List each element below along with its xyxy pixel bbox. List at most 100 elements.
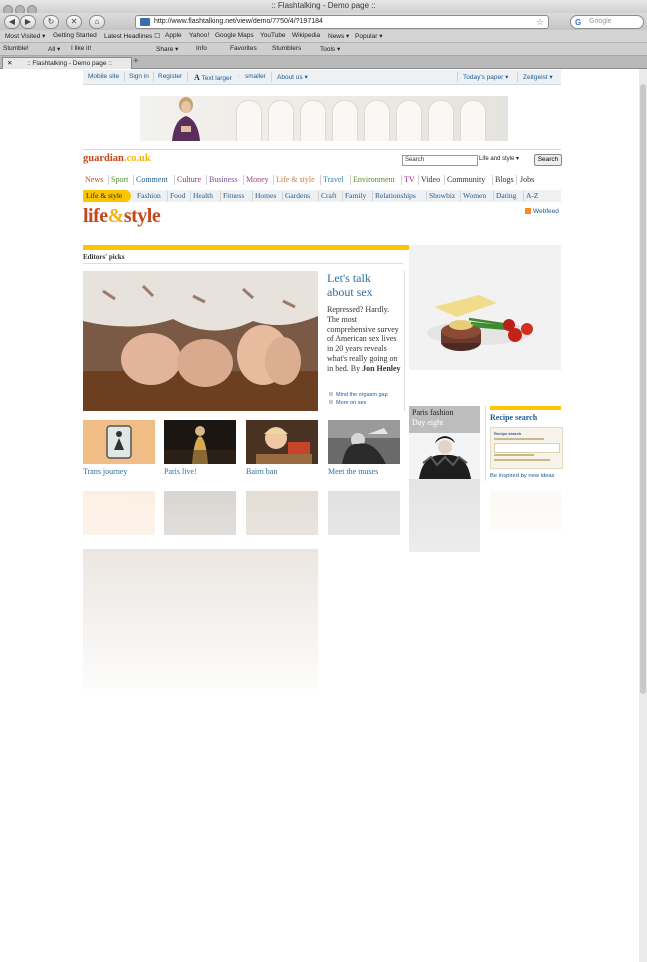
bairn-ban-thumb[interactable] <box>246 420 318 464</box>
window-titlebar: :: Flashtalking - Demo page :: <box>0 0 647 15</box>
subnav-food[interactable]: Food <box>170 191 185 200</box>
subnav-dating[interactable]: Dating <box>496 191 516 200</box>
subnav-life-and-style[interactable]: Life & style <box>86 191 122 200</box>
browser-search-input[interactable]: G Google <box>570 15 644 29</box>
forward-button[interactable]: ▶ <box>20 15 36 29</box>
site-search-button[interactable]: Search <box>534 154 562 166</box>
bookmark-item[interactable]: YouTube <box>260 32 286 39</box>
subnav-fitness[interactable]: Fitness <box>223 191 244 200</box>
byline-link[interactable]: Jon Henley <box>362 364 400 373</box>
lead-story-image[interactable] <box>83 271 318 411</box>
nav-life-and-style[interactable]: Life & style <box>276 175 315 184</box>
bookmark-item[interactable]: Getting Started <box>53 32 97 39</box>
bookmark-item[interactable]: Latest Headlines ☐ <box>104 32 160 40</box>
section-title: life&style <box>83 205 161 228</box>
site-favicon-icon <box>140 18 150 26</box>
nav-sport[interactable]: Sport <box>111 175 128 184</box>
window-title: :: Flashtalking - Demo page :: <box>271 1 376 10</box>
favorites-button[interactable]: Favorites <box>230 45 257 52</box>
trans-journey-thumb[interactable] <box>83 420 155 464</box>
section-select[interactable]: Life and style ▾ <box>479 155 531 164</box>
thumb-caption[interactable]: Paris live! <box>164 467 197 476</box>
subnav-women[interactable]: Women <box>463 191 486 200</box>
new-tab-button[interactable]: + <box>133 57 143 67</box>
recipe-search-heading[interactable]: Recipe search <box>490 413 537 422</box>
main-nav: News Sport Comment Culture Business Mone… <box>83 173 561 187</box>
nav-business[interactable]: Business <box>209 175 237 184</box>
subnav-homes[interactable]: Homes <box>255 191 276 200</box>
text-larger-link[interactable]: A Text larger <box>194 73 232 82</box>
editors-picks-heading: Editors' picks <box>83 253 125 261</box>
stumblers-button[interactable]: Stumblers <box>272 45 301 52</box>
back-button[interactable]: ◀ <box>4 15 20 29</box>
home-button[interactable]: ⌂ <box>89 15 105 29</box>
related-link[interactable]: Mind the orgasm gap <box>329 392 388 398</box>
browser-tab[interactable]: ✕ :: Flashtalking - Demo page :: <box>2 57 132 69</box>
logo-main-text: guardian <box>83 153 124 164</box>
advertisement-banner[interactable] <box>140 96 508 141</box>
url-bar[interactable]: http://www.flashtalking.net/view/demo/77… <box>135 15 549 29</box>
thumb-caption[interactable]: Bairn ban <box>246 467 277 476</box>
about-us-dropdown[interactable]: About us ▾ <box>277 73 308 81</box>
like-button[interactable]: I like it! <box>71 45 91 52</box>
nav-tv[interactable]: TV <box>404 175 415 184</box>
lead-headline[interactable]: Let's talk about sex <box>327 271 399 299</box>
info-button[interactable]: Info <box>196 45 207 52</box>
bookmark-star-icon[interactable]: ☆ <box>536 16 544 28</box>
webfeed-link[interactable]: Webfeed <box>525 208 559 215</box>
thumb-caption[interactable]: Meet the muses <box>328 467 378 476</box>
nav-community[interactable]: Community <box>447 175 485 184</box>
scrollbar-thumb[interactable] <box>640 84 646 694</box>
bookmark-item[interactable]: Apple <box>165 32 182 39</box>
share-button[interactable]: Share ▾ <box>156 45 178 53</box>
nav-environment[interactable]: Environment <box>353 175 395 184</box>
paris-fashion-promo[interactable]: Paris fashion Day eight <box>409 406 480 479</box>
nav-video[interactable]: Video <box>421 175 440 184</box>
nav-culture[interactable]: Culture <box>177 175 201 184</box>
register-link[interactable]: Register <box>158 73 182 80</box>
google-icon: G <box>575 18 582 27</box>
subnav-fashion[interactable]: Fashion <box>137 191 161 200</box>
related-link[interactable]: More on sex <box>329 400 366 406</box>
paris-live-thumb[interactable] <box>164 420 236 464</box>
site-search-input[interactable]: Search <box>402 155 478 166</box>
text-smaller-link[interactable]: smaller <box>245 73 266 80</box>
bookmark-item[interactable]: Google Maps <box>215 32 254 39</box>
sign-in-link[interactable]: Sign in <box>129 73 149 80</box>
stop-button[interactable]: ✕ <box>66 15 82 29</box>
thumb-caption[interactable]: Trans journey <box>83 467 127 476</box>
food-promo-image[interactable] <box>409 245 561 370</box>
zeitgeist-dropdown[interactable]: Zeitgeist ▾ <box>523 73 553 81</box>
bookmark-item[interactable]: Yahoo! <box>189 32 209 39</box>
nav-money[interactable]: Money <box>246 175 269 184</box>
vertical-scrollbar[interactable] <box>639 69 647 962</box>
todays-paper-dropdown[interactable]: Today's paper ▾ <box>463 73 508 81</box>
nav-travel[interactable]: Travel <box>323 175 344 184</box>
subnav-family[interactable]: Family <box>345 191 366 200</box>
bookmark-item[interactable]: Wikipedia <box>292 32 320 39</box>
stumble-category-dropdown[interactable]: All ▾ <box>48 45 60 53</box>
nav-news[interactable]: News <box>85 175 103 184</box>
meet-the-muses-thumb[interactable] <box>328 420 400 464</box>
recipe-search-preview[interactable]: Recipe search <box>490 427 563 469</box>
stumbleupon-toolbar: Stumble! All ▾ I like it! Share ▾ Info F… <box>0 43 647 56</box>
subnav-relationships[interactable]: Relationships <box>375 191 416 200</box>
subnav-gardens[interactable]: Gardens <box>285 191 310 200</box>
guardian-logo[interactable]: guardian.co.uk <box>83 153 151 164</box>
bookmark-item[interactable]: Most Visited ▾ <box>5 32 45 40</box>
reload-button[interactable]: ↻ <box>43 15 59 29</box>
nav-comment[interactable]: Comment <box>136 175 168 184</box>
subnav-a-z[interactable]: A-Z <box>526 191 539 200</box>
subnav-showbiz[interactable]: Showbiz <box>429 191 455 200</box>
bookmark-item[interactable]: Popular ▾ <box>355 32 382 40</box>
nav-blogs[interactable]: Blogs <box>495 175 514 184</box>
mobile-site-link[interactable]: Mobile site <box>88 73 119 80</box>
close-tab-icon[interactable]: ✕ <box>7 58 12 69</box>
bookmark-item[interactable]: News ▾ <box>328 32 349 40</box>
nav-jobs[interactable]: Jobs <box>520 175 534 184</box>
subnav-health[interactable]: Health <box>193 191 213 200</box>
tools-button[interactable]: Tools ▾ <box>320 45 340 53</box>
reflection-fade <box>0 479 639 719</box>
subnav-craft[interactable]: Craft <box>321 191 336 200</box>
stumble-button[interactable]: Stumble! <box>3 45 29 52</box>
